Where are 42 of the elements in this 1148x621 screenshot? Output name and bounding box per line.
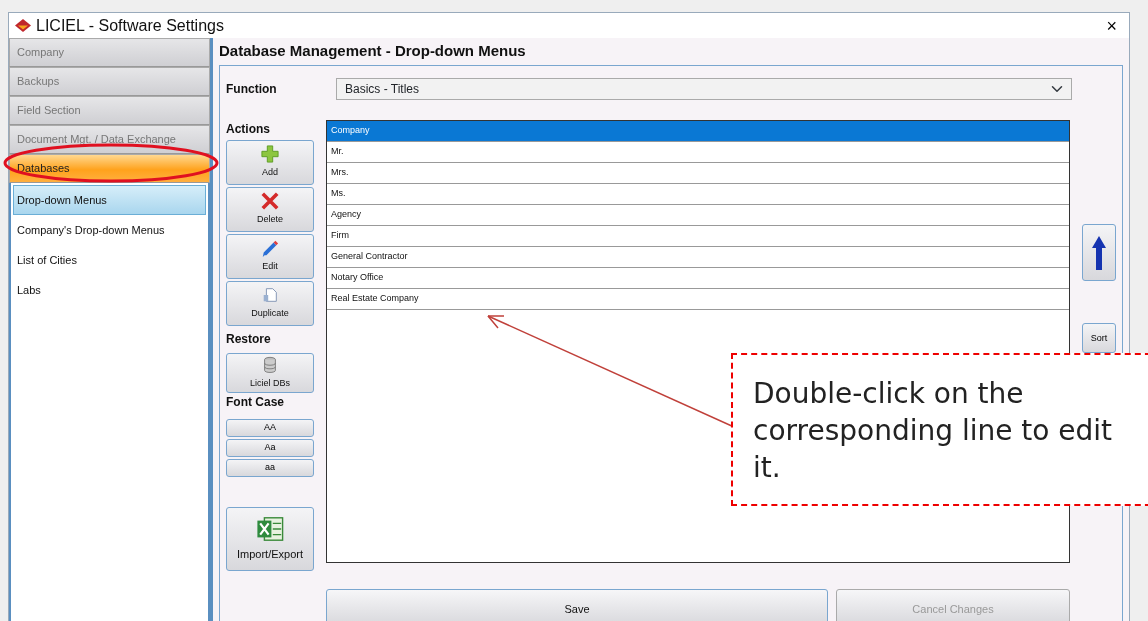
action-button[interactable]: Liciel DBs	[226, 353, 314, 393]
sidebar-item[interactable]: Drop-down Menus	[13, 185, 206, 215]
page-heading: Database Management - Drop-down Menus	[219, 41, 527, 62]
database-icon	[261, 355, 279, 374]
up-arrow-icon	[1092, 235, 1106, 270]
sidebar-item[interactable]: List of Cities	[13, 245, 206, 275]
spreadsheet-icon	[256, 515, 284, 544]
move-up-button[interactable]	[1082, 224, 1116, 281]
list-row[interactable]: Ms.	[327, 184, 1069, 205]
list-row[interactable]: Notary Office	[327, 268, 1069, 289]
logo-icon	[15, 19, 31, 32]
font-case-button[interactable]: Aa	[226, 439, 314, 457]
pencil-icon	[261, 239, 279, 258]
close-button[interactable]: ×	[1100, 16, 1123, 35]
actions-label: Actions	[226, 121, 271, 138]
list-row[interactable]: Mrs.	[327, 163, 1069, 184]
window-title: LICIEL - Software Settings	[36, 15, 224, 36]
action-button[interactable]: Add	[226, 140, 314, 185]
list-row[interactable]: Mr.	[327, 142, 1069, 163]
list-row[interactable]: Company	[327, 121, 1069, 142]
list-row[interactable]: Agency	[327, 205, 1069, 226]
plus-icon	[261, 145, 279, 164]
action-button[interactable]: Edit	[226, 234, 314, 279]
x-icon	[261, 192, 279, 211]
function-dropdown[interactable]: Basics - Titles	[336, 78, 1072, 100]
action-button[interactable]: Delete	[226, 187, 314, 232]
font-case-button[interactable]: aa	[226, 459, 314, 477]
annotation-callout: Double-click on the corresponding line to edit it.	[731, 353, 1148, 506]
save-button[interactable]: Save	[326, 589, 828, 621]
font-case-label: Font Case	[226, 394, 285, 411]
font-case-button[interactable]: AA	[226, 419, 314, 437]
sidebar-item[interactable]: Labs	[13, 275, 206, 305]
list-row[interactable]: Real Estate Company	[327, 289, 1069, 310]
sidebar-item[interactable]: Company's Drop-down Menus	[13, 215, 206, 245]
list-row[interactable]: Firm	[327, 226, 1069, 247]
page-icon	[261, 286, 279, 305]
restore-label: Restore	[226, 331, 272, 348]
action-button[interactable]: Import/Export	[226, 507, 314, 571]
list-row[interactable]: General Contractor	[327, 247, 1069, 268]
action-button[interactable]: Duplicate	[226, 281, 314, 326]
function-label: Function	[226, 81, 278, 98]
sort-button[interactable]: Sort	[1082, 323, 1116, 353]
